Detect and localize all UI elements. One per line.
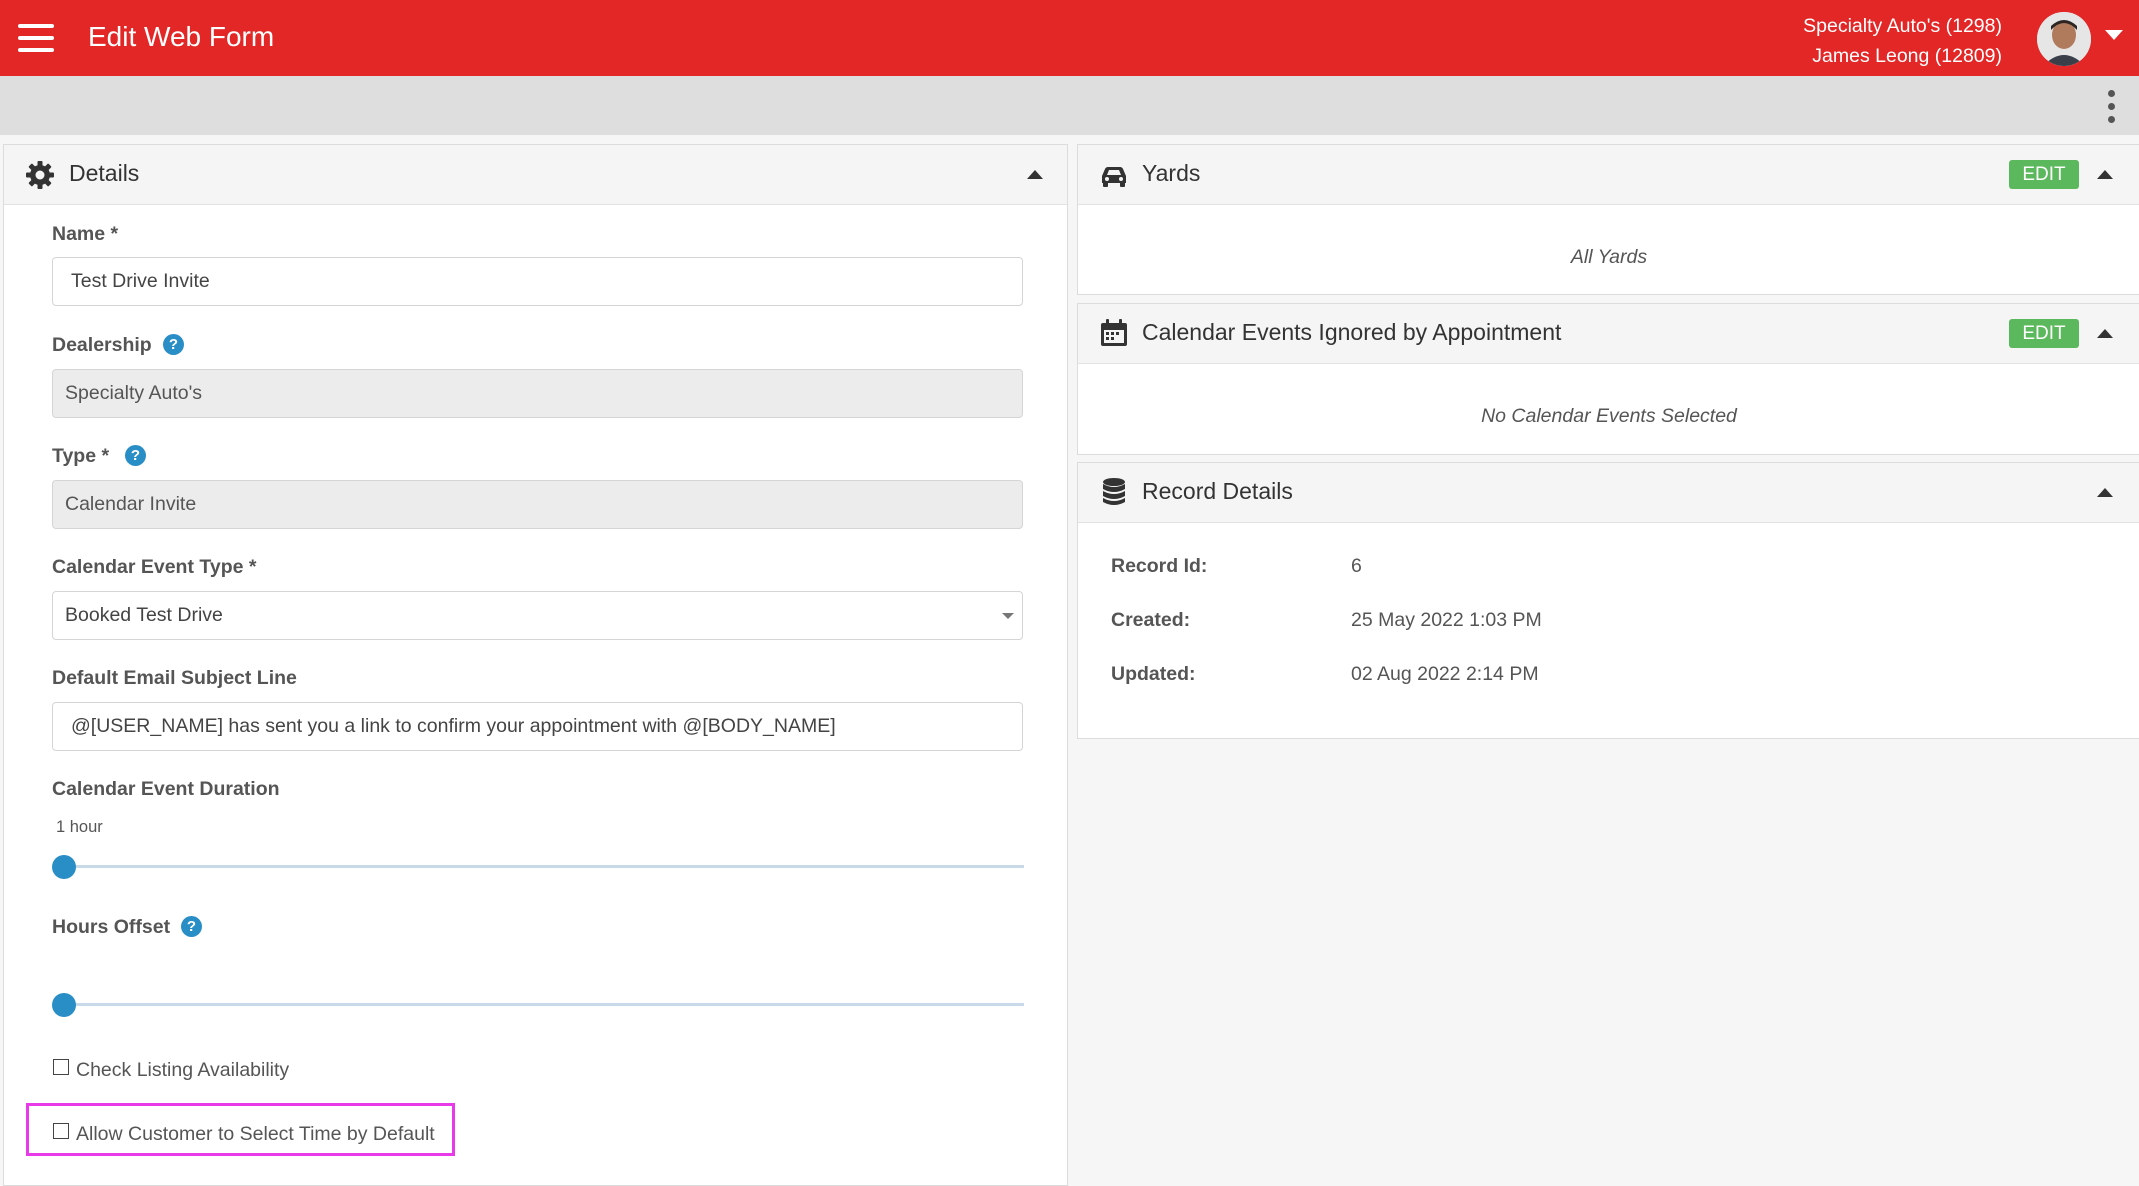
details-panel: Details Name * Test Drive Invite Dealers… <box>3 144 1068 1186</box>
offset-slider-handle[interactable] <box>52 993 76 1017</box>
hours-offset-label: Hours Offset <box>52 916 171 938</box>
user-name: James Leong (12809) <box>1812 45 2002 67</box>
chevron-down-icon <box>1002 613 1014 619</box>
yards-panel-header[interactable]: Yards EDIT <box>1078 145 2139 205</box>
calendar-events-edit-button[interactable]: EDIT <box>2009 319 2079 348</box>
dealership-field: Specialty Auto's <box>52 369 1023 418</box>
email-subject-label: Default Email Subject Line <box>52 667 297 689</box>
duration-slider-track[interactable] <box>64 865 1024 868</box>
updated-label: Updated: <box>1111 663 1196 685</box>
chevron-up-icon[interactable] <box>1027 170 1043 179</box>
calendar-icon <box>1101 319 1127 346</box>
calendar-events-title: Calendar Events Ignored by Appointment <box>1142 319 1562 345</box>
chevron-down-icon[interactable] <box>2105 30 2123 40</box>
calendar-event-type-select[interactable]: Booked Test Drive <box>52 591 1023 640</box>
chevron-up-icon[interactable] <box>2097 170 2113 179</box>
details-panel-header[interactable]: Details <box>4 145 1067 205</box>
record-id-value: 6 <box>1351 555 1362 577</box>
calendar-events-panel-header[interactable]: Calendar Events Ignored by Appointment E… <box>1078 304 2139 364</box>
car-icon <box>1102 167 1126 187</box>
help-icon[interactable]: ? <box>125 445 146 466</box>
help-icon[interactable]: ? <box>181 916 202 937</box>
yards-title: Yards <box>1142 160 1201 186</box>
duration-slider-handle[interactable] <box>52 855 76 879</box>
kebab-menu-icon[interactable] <box>2105 90 2117 124</box>
created-value: 25 May 2022 1:03 PM <box>1351 609 1542 631</box>
toolbar <box>0 76 2139 135</box>
record-id-label: Record Id: <box>1111 555 1208 577</box>
event-duration-label: Calendar Event Duration <box>52 778 280 800</box>
check-listing-label: Check Listing Availability <box>76 1059 290 1081</box>
yards-empty-text: All Yards <box>1570 246 1648 268</box>
page-title: Edit Web Form <box>88 21 275 52</box>
type-field: Calendar Invite <box>52 480 1023 529</box>
calendar-events-panel: Calendar Events Ignored by Appointment E… <box>1077 303 2139 455</box>
created-label: Created: <box>1111 609 1191 631</box>
duration-value: 1 hour <box>56 818 103 836</box>
updated-value: 02 Aug 2022 2:14 PM <box>1351 663 1539 685</box>
menu-icon[interactable] <box>18 24 54 52</box>
record-details-title: Record Details <box>1142 478 1293 504</box>
record-details-panel-header[interactable]: Record Details <box>1078 463 2139 523</box>
chevron-up-icon[interactable] <box>2097 329 2113 338</box>
account-info[interactable]: Specialty Auto's (1298) James Leong (128… <box>1803 11 2002 71</box>
name-label: Name * <box>52 223 119 245</box>
offset-slider-track[interactable] <box>64 1003 1024 1006</box>
calendar-event-type-label: Calendar Event Type * <box>52 556 257 578</box>
calendar-events-empty-text: No Calendar Events Selected <box>1481 405 1737 427</box>
user-avatar[interactable] <box>2037 12 2091 66</box>
dealership-label: Dealership <box>52 334 152 356</box>
dealership-name: Specialty Auto's (1298) <box>1803 15 2002 37</box>
email-subject-input[interactable]: @[USER_NAME] has sent you a link to conf… <box>52 702 1023 751</box>
record-details-panel: Record Details <box>1077 462 2139 739</box>
allow-select-time-label: Allow Customer to Select Time by Default <box>76 1123 435 1145</box>
gear-icon <box>26 161 54 189</box>
yards-edit-button[interactable]: EDIT <box>2009 160 2079 189</box>
database-icon <box>1103 478 1125 505</box>
help-icon[interactable]: ? <box>163 334 184 355</box>
calendar-event-type-value: Booked Test Drive <box>65 604 223 626</box>
name-input[interactable]: Test Drive Invite <box>52 257 1023 306</box>
yards-panel: Yards EDIT All Yards <box>1077 144 2139 295</box>
allow-select-time-checkbox[interactable] <box>53 1123 69 1139</box>
details-title: Details <box>69 160 140 186</box>
check-listing-checkbox[interactable] <box>53 1059 69 1075</box>
type-label: Type * <box>52 445 110 467</box>
chevron-up-icon[interactable] <box>2097 488 2113 497</box>
